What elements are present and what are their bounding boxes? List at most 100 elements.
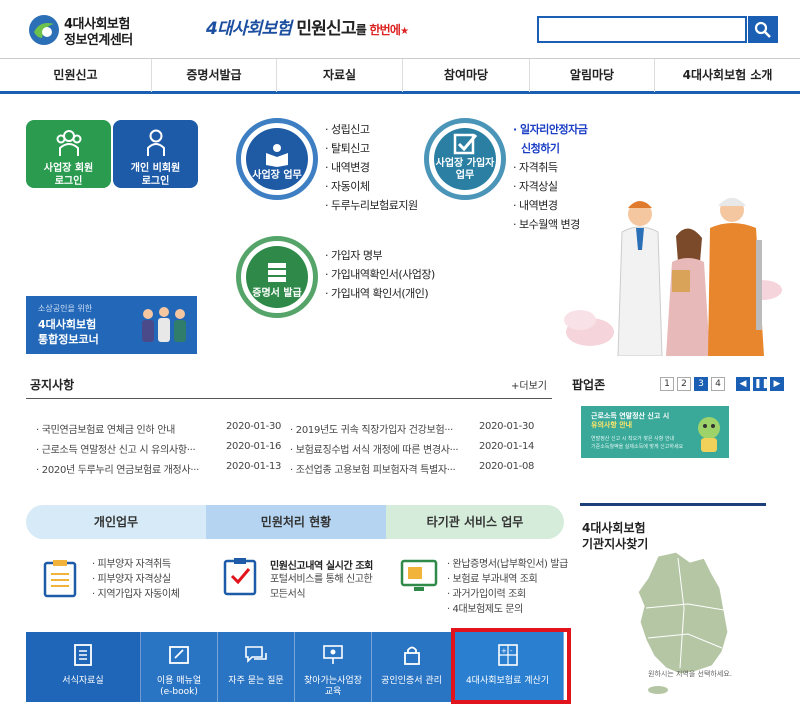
nav-item-report[interactable]: 민원신고 [0, 59, 152, 92]
subscriber-circle[interactable]: 사업장 가입자 업무 [424, 118, 506, 200]
branch-hint: 원하시는 지역을 선택하세요. [648, 670, 732, 678]
insurance-calculator-button[interactable]: + - 4대사회보험료 계산기 [452, 632, 564, 702]
popup-banner[interactable]: 근로소득 연말정산 신고 시 유의사항 안내 연말정산 신고 시 착오가 잦은 … [581, 406, 729, 458]
other-agency-link[interactable]: · 과거가입이력 조회 [447, 587, 568, 602]
certificate-circle[interactable]: 증명서 발급 [236, 236, 318, 318]
notice-item[interactable]: · 근로소득 연말정산 신고 시 유의사항··· [36, 441, 196, 456]
notice-date: 2020-01-16 [226, 441, 282, 452]
popup-banner-line2: 유의사항 안내 [591, 421, 633, 429]
subscriber-circle-inner: 사업장 가입자 업무 [434, 128, 496, 190]
certificate-link[interactable]: · 가입자 명부 [325, 246, 435, 265]
nav-item-participation[interactable]: 참여마당 [403, 59, 530, 92]
forms-archive-button[interactable]: 서식자료실 [26, 632, 141, 702]
nav-item-about[interactable]: 4대사회보험 소개 [655, 59, 800, 92]
popup-pagination: 1 2 3 4 ◀ ❚❚ ▶ [660, 377, 784, 391]
personal-link[interactable]: · 지역가입자 자동이체 [92, 587, 180, 602]
popup-page-button[interactable]: 2 [677, 377, 691, 391]
certificate-link[interactable]: · 가입내역 확인서(개인) [325, 284, 435, 303]
other-agency-link[interactable]: · 4대보험제도 문의 [447, 602, 568, 617]
checkbox-icon [453, 133, 478, 155]
popup-banner-line1: 근로소득 연말정산 신고 시 [591, 412, 670, 420]
manual-label-2: (e-book) [160, 687, 198, 697]
member-login-line2: 로그인 [54, 176, 83, 187]
forms-archive-label: 서식자료실 [62, 676, 104, 686]
ebook-icon [169, 646, 189, 664]
certificate-manage-button[interactable]: 공인인증서 관리 [372, 632, 452, 702]
banner-small-text: 소상공인을 위한 [38, 304, 93, 313]
personal-link[interactable]: · 피부양자 자격상실 [92, 572, 180, 587]
tab-status[interactable]: 민원처리 현황 [206, 505, 386, 539]
notice-item[interactable]: · 조선업종 고용보험 피보험자격 특별자··· [290, 461, 456, 476]
notice-item[interactable]: · 국민연금보험료 연체금 인하 안내 [36, 421, 175, 436]
small-business-banner[interactable]: 소상공인을 위한 4대사회보험 통합정보코너 [26, 296, 197, 354]
workplace-link[interactable]: · 자동이체 [325, 177, 418, 196]
workplace-link[interactable]: · 성립신고 [325, 120, 418, 139]
monitor-icon [400, 559, 438, 591]
chat-bubble-icon [245, 646, 267, 663]
workplace-label: 사업장 업무 [252, 170, 302, 181]
notice-more-link[interactable]: +더보기 [511, 377, 547, 392]
workplace-circle[interactable]: 사업장 업무 [236, 118, 318, 200]
other-agency-link[interactable]: · 보험료 부과내역 조회 [447, 572, 568, 587]
people-illustration [142, 307, 186, 342]
notice-section [26, 366, 552, 367]
notice-date: 2020-01-08 [479, 461, 535, 472]
workplace-link[interactable]: · 탈퇴신고 [325, 139, 418, 158]
tab-other-agency[interactable]: 타기관 서비스 업무 [386, 505, 564, 539]
faq-button[interactable]: 자주 묻는 질문 [218, 632, 295, 702]
mascot-icon [698, 417, 720, 452]
popup-prev-button[interactable]: ◀ [736, 377, 750, 391]
prev-icon: ◀ [739, 379, 747, 389]
popup-next-button[interactable]: ▶ [770, 377, 784, 391]
subscriber-link-highlight[interactable]: · 일자리안정자금 [513, 120, 588, 139]
search-button[interactable] [748, 16, 778, 43]
tab-personal[interactable]: 개인업무 [26, 505, 206, 539]
header: 4대사회보험 정보연계센터 4대사회보험 민원신고를 한번에★ [0, 0, 800, 58]
search-icon [754, 21, 771, 38]
workplace-circle-inner: 사업장 업무 [246, 128, 308, 190]
status-title-link[interactable]: 민원신고내역 실시간 조회 [270, 557, 373, 572]
notice-item[interactable]: · 보험료징수법 서식 개정에 따른 변경사··· [290, 441, 459, 456]
education-button[interactable]: 찾아가는사업장 교육 [295, 632, 372, 702]
notice-item[interactable]: · 2020년 두루누리 연금보험료 개정사··· [36, 461, 199, 476]
nonmember-login-line2: 로그인 [141, 176, 170, 187]
status-desc-line2: 모든서식 [270, 589, 306, 600]
nav-item-certificate[interactable]: 증명서발급 [152, 59, 277, 92]
logo-icon[interactable] [28, 14, 60, 46]
svg-text:+: + [501, 647, 507, 655]
nav-item-archive[interactable]: 자료실 [277, 59, 403, 92]
workplace-links: · 성립신고 · 탈퇴신고 · 내역변경 · 자동이체 · 두루누리보험료지원 [325, 120, 418, 215]
workplace-link[interactable]: · 두루누리보험료지원 [325, 196, 418, 215]
search-input[interactable] [537, 16, 747, 43]
certificate-manage-label: 공인인증서 관리 [381, 676, 442, 686]
subscriber-link-highlight-2[interactable]: 신청하기 [513, 139, 587, 158]
nonmember-login-button[interactable]: 개인 비회원 로그인 [113, 120, 198, 188]
popup-banner-small1: 연말정산 신고 시 착오가 잦은 사항 안내 [591, 436, 675, 442]
popup-page-button[interactable]: 4 [711, 377, 725, 391]
popup-pause-button[interactable]: ❚❚ [753, 377, 769, 391]
popup-page-button[interactable]: 1 [660, 377, 674, 391]
notice-item[interactable]: · 2019년도 귀속 직장가입자 건강보험··· [290, 421, 453, 436]
group-icon [56, 130, 81, 156]
notice-date: 2020-01-30 [479, 421, 535, 432]
logo-subtitle: 정보연계센터 [64, 33, 133, 48]
calculator-icon: + - [497, 644, 518, 666]
banner-line2: 통합정보코너 [38, 333, 99, 346]
nav-item-notice[interactable]: 알림마당 [530, 59, 655, 92]
status-desc: 포털서비스를 통해 신고한 모든서식 [270, 572, 373, 602]
popup-banner-small2: 기준소득월액을 실제소득에 맞게 신고하세요 [591, 444, 684, 450]
other-agency-link[interactable]: · 완납증명서(납부확인서) 발급 [447, 557, 568, 572]
certificate-link[interactable]: · 가입내역확인서(사업장) [325, 265, 435, 284]
star-icon: ★ [400, 26, 409, 37]
popup-page-button-current[interactable]: 3 [694, 377, 708, 391]
member-login-line1: 사업장 회원 [43, 163, 94, 174]
presentation-icon [323, 645, 343, 664]
manual-button[interactable]: 이용 매뉴얼 (e-book) [141, 632, 218, 702]
main-nav: 민원신고 증명서발급 자료실 참여마당 알림마당 4대사회보험 소개 [0, 58, 800, 94]
workplace-link[interactable]: · 내역변경 [325, 158, 418, 177]
member-login-button[interactable]: 사업장 회원 로그인 [26, 120, 111, 188]
personal-link[interactable]: · 피부양자 자격취득 [92, 557, 180, 572]
notice-date: 2020-01-14 [479, 441, 535, 452]
documents-icon [268, 263, 286, 282]
subscriber-label1: 사업장 가입자 [435, 158, 495, 169]
